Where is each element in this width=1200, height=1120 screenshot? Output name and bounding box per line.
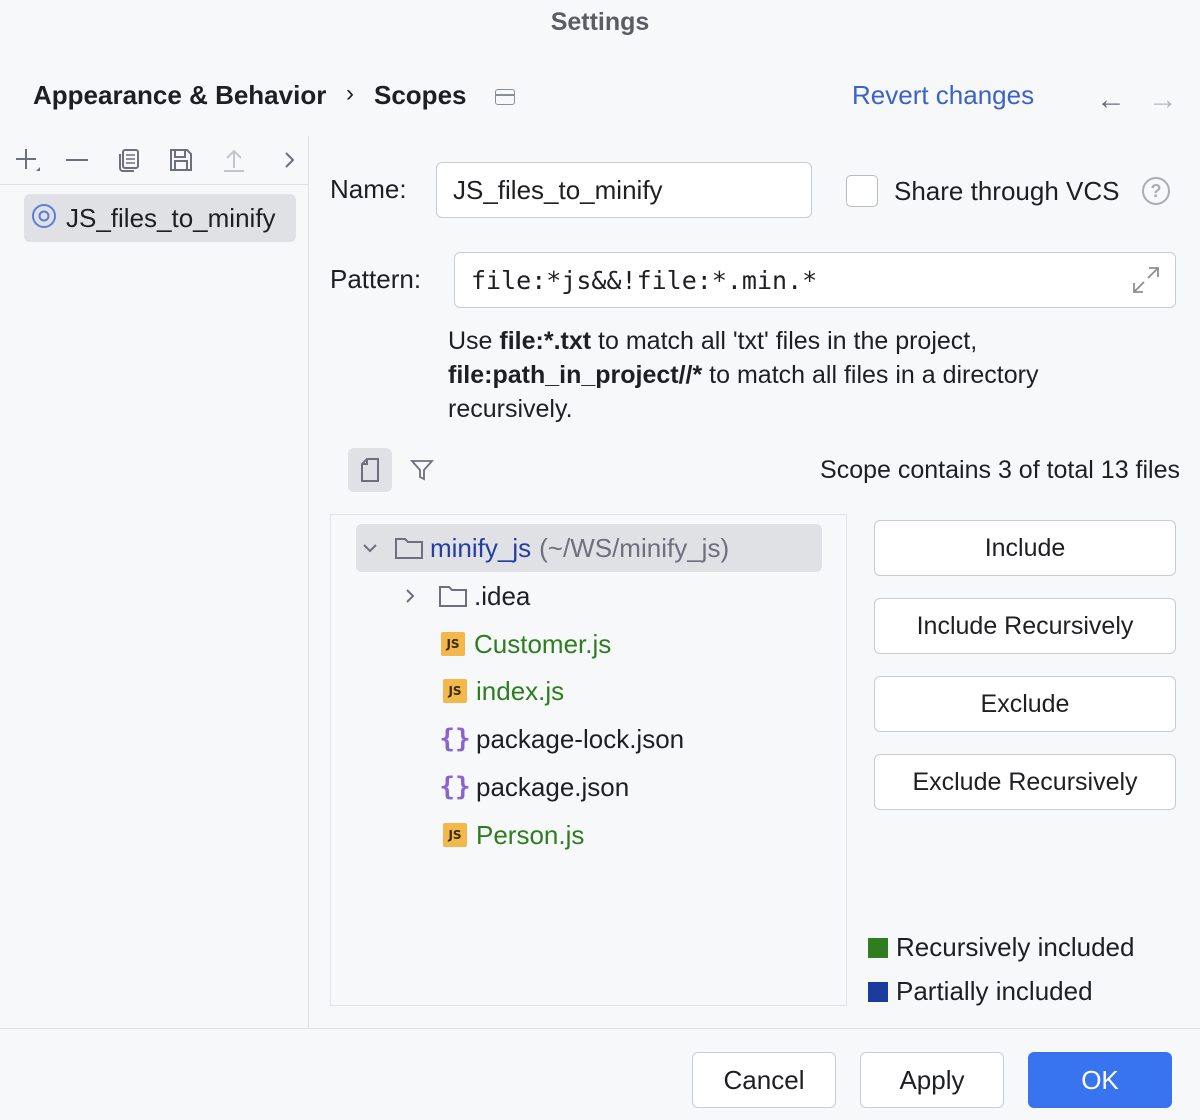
pattern-hint: Use file:*.txt to match all 'txt' files … — [448, 324, 1148, 426]
back-arrow-icon[interactable]: ← — [1096, 80, 1126, 120]
tree-row[interactable]: {} package.json — [438, 763, 629, 811]
tree-row[interactable]: JS index.js — [438, 667, 564, 715]
legend-swatch-blue — [868, 982, 888, 1002]
scope-list-item-label: JS_files_to_minify — [66, 203, 276, 234]
pattern-field[interactable]: file:*js&&!file:*.min.* — [454, 252, 1176, 308]
tree-root-row[interactable]: minify_js (~/WS/minify_js) — [356, 524, 822, 572]
name-field-value: JS_files_to_minify — [453, 175, 663, 206]
json-file-icon: {} — [438, 725, 472, 753]
pattern-label: Pattern: — [330, 264, 421, 295]
js-file-icon: JS — [436, 630, 470, 658]
revert-changes-link[interactable]: Revert changes — [852, 80, 1034, 111]
legend-recursively-included: Recursively included — [868, 932, 1134, 963]
tree-item-name: package-lock.json — [476, 724, 684, 755]
scope-target-icon — [30, 202, 58, 235]
tree-item-name: Person.js — [476, 820, 584, 851]
js-file-icon: JS — [438, 677, 472, 705]
pattern-field-value: file:*js&&!file:*.min.* — [471, 266, 817, 295]
file-tree[interactable]: minify_js (~/WS/minify_js) .idea JS Cust… — [330, 514, 847, 1006]
js-file-icon: JS — [438, 821, 472, 849]
folder-icon — [392, 534, 426, 562]
name-label: Name: — [330, 174, 407, 205]
tree-row[interactable]: .idea — [396, 572, 530, 620]
cancel-button[interactable]: Cancel — [692, 1052, 836, 1108]
apply-button[interactable]: Apply — [860, 1052, 1004, 1108]
exclude-recursively-button[interactable]: Exclude Recursively — [874, 754, 1176, 810]
legend-partially-included: Partially included — [868, 976, 1093, 1007]
copy-icon[interactable] — [112, 144, 146, 176]
save-icon[interactable] — [164, 144, 198, 176]
chevron-right-icon[interactable] — [396, 587, 424, 605]
scope-list-item[interactable]: JS_files_to_minify — [24, 194, 296, 242]
share-vcs-checkbox[interactable] — [846, 175, 878, 207]
chevron-right-icon[interactable] — [272, 144, 306, 176]
breadcrumb-appearance: Appearance & Behavior — [33, 80, 326, 111]
tree-root-path: (~/WS/minify_js) — [539, 533, 729, 564]
breadcrumb-separator: › — [346, 80, 354, 108]
tree-row[interactable]: {} package-lock.json — [438, 715, 684, 763]
include-recursively-button[interactable]: Include Recursively — [874, 598, 1176, 654]
breadcrumb-scopes: Scopes — [374, 80, 467, 111]
toolbar-divider — [0, 184, 308, 185]
footer-divider — [0, 1028, 1200, 1029]
include-button[interactable]: Include — [874, 520, 1176, 576]
ok-button[interactable]: OK — [1028, 1052, 1172, 1108]
chevron-down-icon[interactable] — [356, 539, 384, 557]
tree-item-name: Customer.js — [474, 629, 611, 660]
remove-icon[interactable] — [60, 144, 94, 176]
folder-icon — [436, 582, 470, 610]
share-vcs-label: Share through VCS — [894, 176, 1119, 207]
scope-count-text: Scope contains 3 of total 13 files — [820, 456, 1180, 485]
tree-row[interactable]: JS Customer.js — [436, 620, 611, 668]
tree-item-name: index.js — [476, 676, 564, 707]
tree-item-name: package.json — [476, 772, 629, 803]
expand-icon[interactable] — [1130, 264, 1162, 301]
flatten-view-toggle[interactable] — [348, 448, 392, 492]
forward-arrow-icon[interactable]: → — [1148, 80, 1178, 120]
tree-root-name: minify_js — [430, 533, 531, 564]
window-title: Settings — [0, 8, 1200, 37]
filter-icon[interactable] — [404, 452, 440, 488]
add-icon[interactable] — [10, 144, 44, 176]
exclude-button[interactable]: Exclude — [874, 676, 1176, 732]
tree-item-name: .idea — [474, 581, 530, 612]
export-icon[interactable] — [217, 144, 251, 176]
panel-divider — [308, 136, 309, 1028]
legend-swatch-green — [868, 938, 888, 958]
name-field[interactable]: JS_files_to_minify — [436, 162, 812, 218]
help-icon[interactable]: ? — [1142, 177, 1170, 205]
window-icon[interactable] — [495, 89, 515, 105]
tree-row[interactable]: JS Person.js — [438, 811, 584, 859]
json-file-icon: {} — [438, 773, 472, 801]
